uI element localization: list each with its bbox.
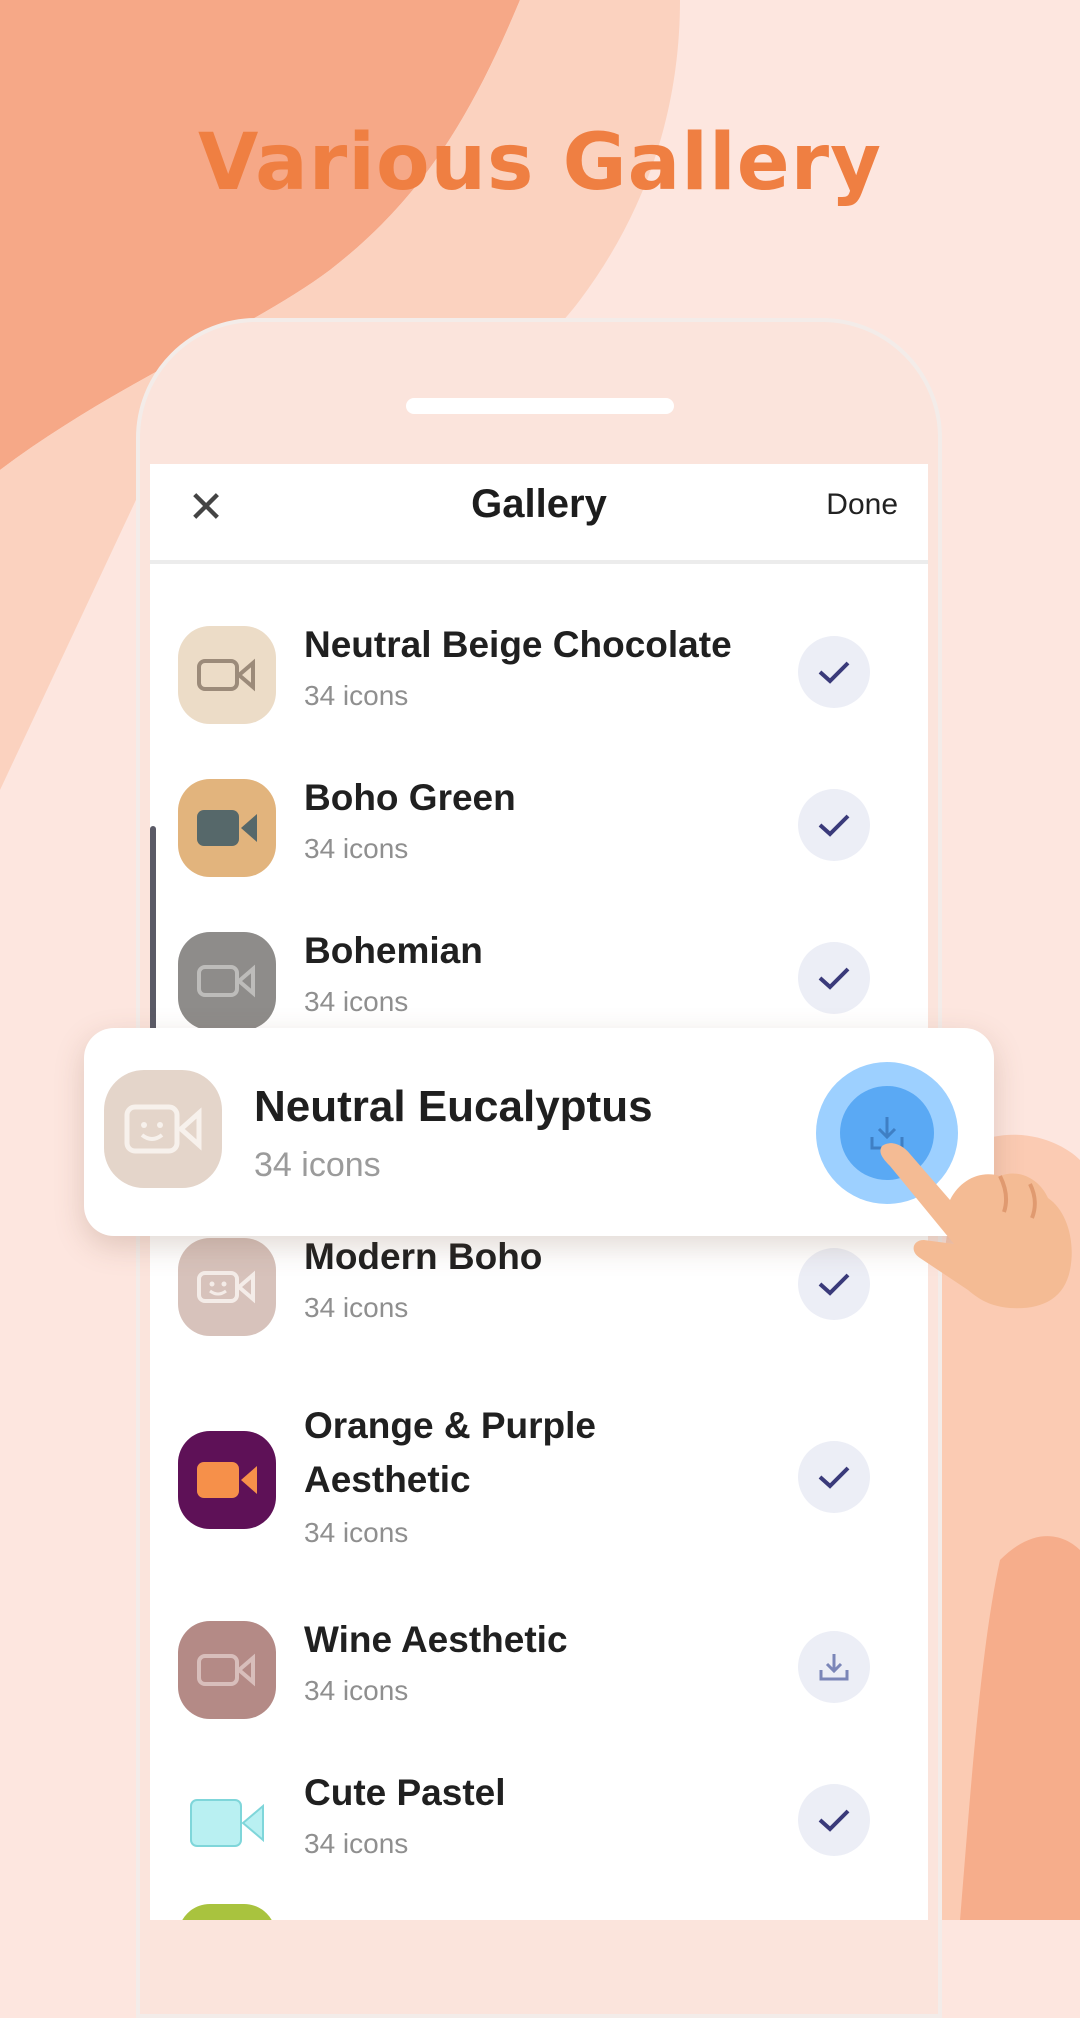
scrollbar[interactable] (150, 826, 156, 1046)
video-camera-icon (190, 1799, 264, 1847)
icon-count: 34 icons (304, 833, 409, 864)
highlighted-theme-card[interactable]: Neutral Eucalyptus 34 icons (84, 1028, 994, 1236)
icon-count: 34 icons (304, 1828, 409, 1859)
theme-thumbnail (104, 1070, 222, 1188)
video-camera-icon (197, 1462, 257, 1498)
download-button[interactable] (798, 1631, 870, 1703)
installed-check-button[interactable] (798, 1784, 870, 1856)
theme-name: Wine Aesthetic (304, 1619, 568, 1660)
theme-thumbnail (178, 1431, 276, 1529)
theme-name: Cute Pastel (304, 1772, 506, 1813)
page-title: Gallery (471, 482, 607, 526)
video-camera-icon (197, 1653, 255, 1687)
theme-thumbnail (178, 932, 276, 1030)
theme-thumbnail (178, 626, 276, 724)
theme-thumbnail (178, 1621, 276, 1719)
installed-check-button[interactable] (798, 789, 870, 861)
check-icon (818, 814, 850, 837)
video-camera-icon (197, 1270, 255, 1304)
icon-count: 34 icons (304, 1675, 409, 1706)
headline: Various Gallery (198, 118, 882, 208)
check-icon (818, 1466, 850, 1489)
video-camera-icon (124, 1104, 202, 1154)
gallery-header: ✕ Gallery Done (150, 464, 928, 564)
theme-name: Boho Green (304, 777, 516, 818)
video-camera-icon (197, 964, 255, 998)
theme-name: Orange & Purple (304, 1405, 596, 1446)
theme-thumbnail (178, 779, 276, 877)
download-icon (819, 1654, 849, 1681)
check-icon (818, 967, 850, 990)
list-item[interactable]: Neutral Beige Chocolate 34 icons (150, 612, 928, 742)
video-camera-icon (197, 658, 255, 692)
icon-count: 34 icons (304, 1517, 409, 1548)
icon-count: 34 icons (254, 1146, 381, 1184)
installed-check-button[interactable] (798, 942, 870, 1014)
icon-count: 34 icons (304, 986, 409, 1017)
check-icon (818, 661, 850, 684)
icon-count: 34 icons (304, 1292, 409, 1323)
icon-count: 34 icons (304, 680, 409, 711)
installed-check-button[interactable] (798, 1441, 870, 1513)
pointing-hand-illustration (880, 1143, 1072, 1309)
list-item-partial-thumbnail (178, 1904, 276, 1920)
theme-thumbnail (178, 1238, 276, 1336)
theme-name: Neutral Beige Chocolate (304, 624, 732, 665)
theme-thumbnail (178, 1774, 276, 1872)
list-item[interactable]: Boho Green 34 icons (150, 765, 928, 895)
theme-name: Modern Boho (304, 1236, 543, 1277)
phone-speaker (406, 398, 674, 414)
check-icon (818, 1809, 850, 1832)
theme-name: Bohemian (304, 930, 483, 971)
list-item[interactable]: Cute Pastel 34 icons (150, 1760, 928, 1890)
installed-check-button[interactable] (798, 636, 870, 708)
list-item[interactable]: Wine Aesthetic 34 icons (150, 1607, 928, 1737)
list-item[interactable]: Modern Boho 34 icons (150, 1224, 928, 1354)
installed-check-button[interactable] (798, 1248, 870, 1320)
theme-name-line2: Aesthetic (304, 1459, 471, 1500)
video-camera-icon (197, 810, 257, 846)
done-button[interactable]: Done (826, 488, 898, 522)
list-item[interactable]: Orange & Purple Aesthetic 34 icons (150, 1399, 928, 1579)
theme-name: Neutral Eucalyptus (254, 1082, 653, 1131)
check-icon (818, 1273, 850, 1296)
